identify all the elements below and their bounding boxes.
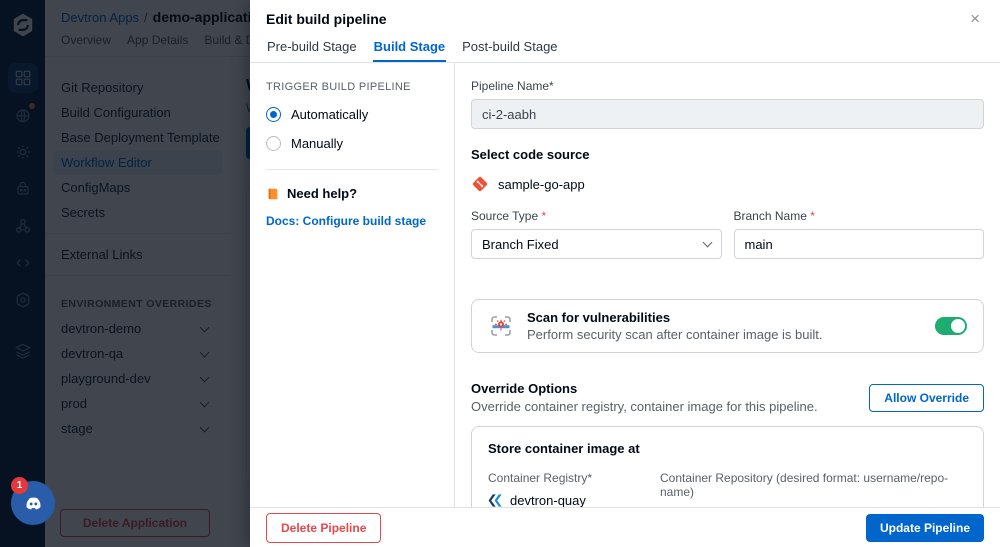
override-text: Override Options Override container regi… <box>471 381 818 414</box>
container-registry-value: devtron-quay <box>488 493 660 507</box>
scan-text: Scan for vulnerabilities Perform securit… <box>527 310 823 342</box>
branch-name-label: Branch Name * <box>733 209 815 223</box>
select-code-source-heading: Select code source <box>471 147 590 162</box>
devtron-app-screen: Devtron Apps / demo-application Overview… <box>0 0 1000 547</box>
chevron-down-icon <box>702 237 712 248</box>
scan-vulnerabilities-card: Scan for vulnerabilities Perform securit… <box>471 299 984 353</box>
branch-name-input[interactable] <box>733 229 984 259</box>
close-icon[interactable]: × <box>970 10 980 27</box>
source-branch-row: Source Type * Branch Fixed Branch Name * <box>471 209 984 259</box>
source-type-select[interactable]: Branch Fixed <box>471 229 722 259</box>
git-repo-row: sample-go-app <box>471 175 984 193</box>
radio-unselected-icon <box>266 136 281 151</box>
trigger-build-pipeline-label: TRIGGER BUILD PIPELINE <box>266 81 411 93</box>
override-options-description: Override container registry, container i… <box>471 399 818 414</box>
update-pipeline-button[interactable]: Update Pipeline <box>865 513 984 542</box>
scan-description: Perform security scan after container im… <box>527 327 823 342</box>
store-container-image-card: Store container image at Container Regis… <box>471 426 984 507</box>
container-registry-col: Container Registry* devtron-quay <box>488 471 660 507</box>
container-repository-label: Container Repository (desired format: us… <box>660 471 949 499</box>
allow-override-button[interactable]: Allow Override <box>869 383 984 412</box>
required-asterisk: * <box>810 209 815 223</box>
modal-body: TRIGGER BUILD PIPELINE Automatically Man… <box>250 63 1000 507</box>
modal-footer: Delete Pipeline Update Pipeline <box>250 507 1000 547</box>
tab-build-stage[interactable]: Build Stage <box>372 37 447 62</box>
radio-automatically[interactable]: Automatically <box>266 107 438 122</box>
scan-icon <box>491 316 511 336</box>
source-type-field: Source Type * Branch Fixed <box>471 209 722 259</box>
docs-configure-build-stage-link[interactable]: Docs: Configure build stage <box>266 214 438 228</box>
repo-name: sample-go-app <box>498 176 585 192</box>
container-repository-col: Container Repository (desired format: us… <box>660 471 967 507</box>
scan-toggle-on[interactable] <box>935 317 967 335</box>
scan-title: Scan for vulnerabilities <box>527 310 671 325</box>
source-type-label: Source Type * <box>471 209 547 223</box>
pipeline-name-label: Pipeline Name* <box>471 79 554 93</box>
container-registry-label: Container Registry* <box>488 471 593 485</box>
store-grid: Container Registry* devtron-quay Contain… <box>488 471 967 507</box>
branch-name-field: Branch Name * <box>733 209 984 259</box>
discord-icon <box>26 497 40 509</box>
book-icon <box>268 188 278 199</box>
stage-tabbar: Pre-build Stage Build Stage Post-build S… <box>250 37 1000 63</box>
delete-pipeline-button[interactable]: Delete Pipeline <box>266 512 382 543</box>
edit-build-pipeline-modal: Edit build pipeline × Pre-build Stage Bu… <box>250 0 1000 547</box>
required-asterisk: * <box>541 209 547 223</box>
radio-manually[interactable]: Manually <box>266 136 438 151</box>
modal-header: Edit build pipeline × <box>250 0 1000 37</box>
modal-title: Edit build pipeline <box>266 10 387 27</box>
divider <box>266 169 438 170</box>
notification-badge: 1 <box>11 477 28 494</box>
build-stage-form: Pipeline Name* Select code source sample… <box>455 63 1000 507</box>
override-options-title: Override Options <box>471 381 578 396</box>
store-heading: Store container image at <box>488 441 640 456</box>
override-options-row: Override Options Override container regi… <box>471 381 984 414</box>
radio-selected-icon <box>266 107 281 122</box>
pipeline-name-input[interactable] <box>471 99 984 129</box>
tab-pre-build-stage[interactable]: Pre-build Stage <box>266 37 358 62</box>
tab-post-build-stage[interactable]: Post-build Stage <box>461 37 558 62</box>
trigger-panel: TRIGGER BUILD PIPELINE Automatically Man… <box>250 63 455 507</box>
git-icon <box>472 176 488 192</box>
quay-icon <box>488 494 502 507</box>
need-help-row: Need help? <box>266 186 438 201</box>
